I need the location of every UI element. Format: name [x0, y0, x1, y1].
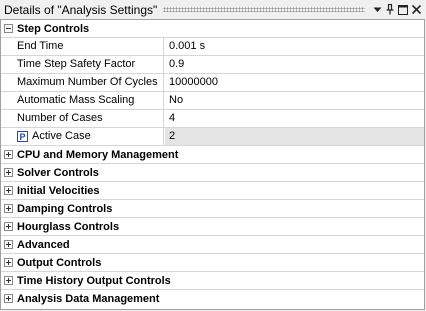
- details-grid: Step Controls End Time 0.001 s Time Step…: [0, 19, 425, 310]
- expand-icon[interactable]: [4, 276, 13, 285]
- property-name: End Time: [15, 38, 164, 55]
- property-row[interactable]: Automatic Mass Scaling No: [1, 92, 424, 110]
- expand-icon[interactable]: [4, 258, 13, 267]
- section-hourglass-controls[interactable]: Hourglass Controls: [1, 218, 424, 236]
- section-label: Time History Output Controls: [17, 274, 171, 287]
- expand-icon[interactable]: [4, 240, 13, 249]
- property-value[interactable]: 4: [165, 110, 424, 127]
- property-row-active-case[interactable]: P Active Case 2: [1, 128, 424, 146]
- section-time-history-output[interactable]: Time History Output Controls: [1, 272, 424, 290]
- property-row[interactable]: End Time 0.001 s: [1, 38, 424, 56]
- details-panel: Details of "Analysis Settings" Step Cont…: [0, 0, 426, 311]
- property-name: Maximum Number Of Cycles: [15, 74, 164, 91]
- section-label: Step Controls: [17, 22, 90, 35]
- section-label: Initial Velocities: [17, 184, 100, 197]
- property-name: Time Step Safety Factor: [15, 56, 164, 73]
- section-advanced[interactable]: Advanced: [1, 236, 424, 254]
- maximize-icon[interactable]: [397, 3, 409, 17]
- property-name-text: Active Case: [32, 130, 91, 142]
- property-value[interactable]: 0.001 s: [165, 38, 424, 55]
- panel-titlebar[interactable]: Details of "Analysis Settings": [0, 0, 426, 19]
- panel-title: Details of "Analysis Settings": [4, 2, 158, 17]
- expand-icon[interactable]: [4, 168, 13, 177]
- section-label: Hourglass Controls: [17, 220, 120, 233]
- property-value[interactable]: 0.9: [165, 56, 424, 73]
- section-label: Advanced: [17, 238, 70, 251]
- expand-icon[interactable]: [4, 186, 13, 195]
- section-label: Analysis Data Management: [17, 293, 160, 305]
- section-output-controls[interactable]: Output Controls: [1, 254, 424, 272]
- property-name: Automatic Mass Scaling: [15, 92, 164, 109]
- property-value[interactable]: 2: [165, 128, 424, 145]
- section-label: CPU and Memory Management: [17, 148, 179, 161]
- section-solver-controls[interactable]: Solver Controls: [1, 164, 424, 182]
- section-label: Output Controls: [17, 256, 102, 269]
- section-analysis-data-management[interactable]: Analysis Data Management: [1, 290, 424, 308]
- expand-icon[interactable]: [4, 150, 13, 159]
- section-step-controls[interactable]: Step Controls: [1, 20, 424, 38]
- property-row[interactable]: Number of Cases 4: [1, 110, 424, 128]
- property-row[interactable]: Time Step Safety Factor 0.9: [1, 56, 424, 74]
- close-icon[interactable]: [410, 3, 422, 17]
- collapse-icon[interactable]: [4, 24, 13, 33]
- expand-icon[interactable]: [4, 204, 13, 213]
- drag-grip[interactable]: [163, 7, 365, 12]
- pin-icon[interactable]: [384, 3, 396, 17]
- property-row[interactable]: Maximum Number Of Cycles 10000000: [1, 74, 424, 92]
- chevron-down-icon[interactable]: [371, 3, 383, 17]
- section-label: Solver Controls: [17, 166, 99, 179]
- parameter-icon[interactable]: P: [17, 130, 28, 142]
- section-label: Damping Controls: [17, 202, 113, 215]
- property-name: Number of Cases: [15, 110, 164, 127]
- section-cpu-memory[interactable]: CPU and Memory Management: [1, 146, 424, 164]
- expand-icon[interactable]: [4, 222, 13, 231]
- property-value[interactable]: No: [165, 92, 424, 109]
- section-initial-velocities[interactable]: Initial Velocities: [1, 182, 424, 200]
- property-value[interactable]: 10000000: [165, 74, 424, 91]
- expand-icon[interactable]: [4, 294, 13, 303]
- section-damping-controls[interactable]: Damping Controls: [1, 200, 424, 218]
- property-name: P Active Case: [15, 128, 164, 145]
